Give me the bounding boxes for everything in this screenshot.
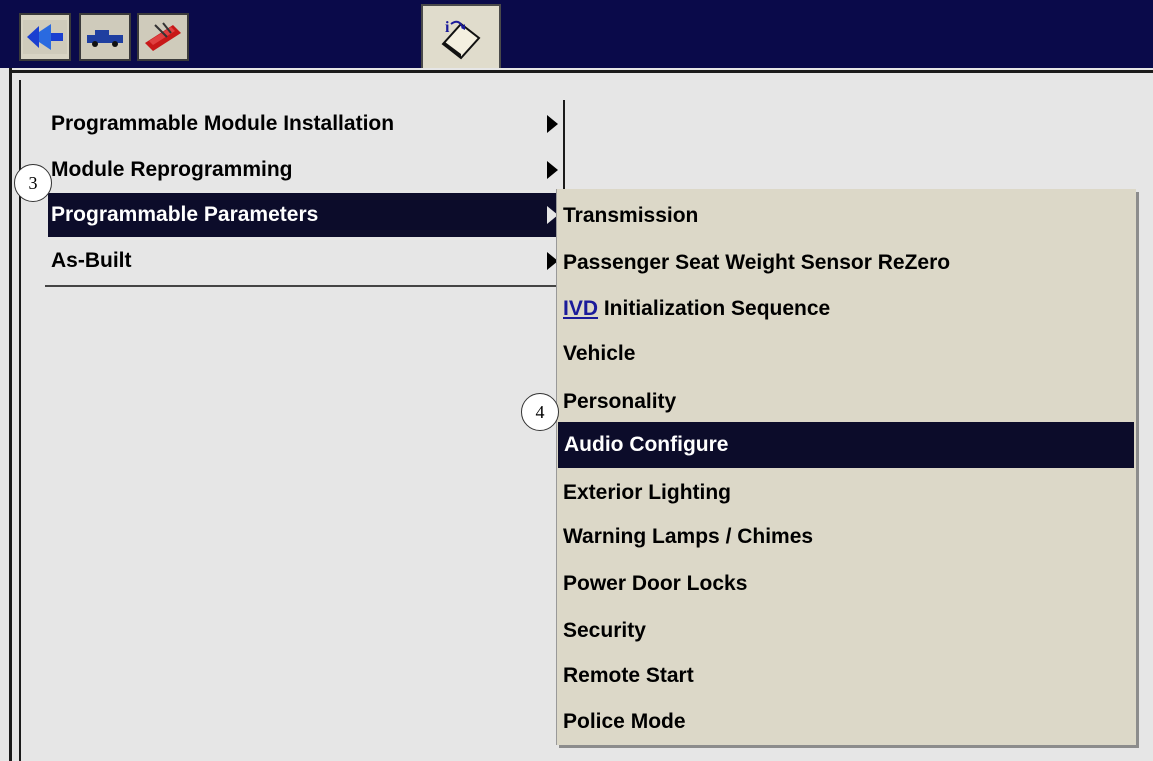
top-toolbar: i — [0, 0, 1153, 70]
vehicle-icon — [83, 20, 127, 54]
menu-item-module-reprogramming[interactable]: Module Reprogramming — [48, 148, 560, 192]
submenu-arrow-icon — [547, 115, 558, 133]
menu-item-programmable-parameters[interactable]: Programmable Parameters — [48, 193, 560, 237]
submenu-item-label: Power Door Locks — [563, 572, 748, 595]
submenu-item-label: Audio Configure — [564, 433, 729, 456]
submenu-item-security[interactable]: Security — [557, 608, 1136, 654]
submenu-item-audio-configure[interactable]: Audio Configure — [558, 422, 1134, 468]
tab-vehicle[interactable] — [79, 13, 131, 61]
callout-number: 4 — [521, 393, 559, 431]
submenu-item-label: Warning Lamps / Chimes — [563, 525, 814, 548]
submenu-item-power-door-locks[interactable]: Power Door Locks — [557, 561, 1136, 607]
submenu-item-exterior-lighting[interactable]: Exterior Lighting — [557, 470, 1136, 516]
tab-toolbox[interactable] — [137, 13, 189, 61]
menu-item-label: As-Built — [51, 249, 132, 272]
menu-item-label: Programmable Parameters — [51, 203, 319, 226]
submenu-item-passenger-seat-weight-sensor-rezero[interactable]: Passenger Seat Weight Sensor ReZero — [557, 240, 1136, 286]
frame-divider — [9, 70, 1153, 73]
toolbox-icon — [141, 19, 185, 55]
menu-item-programmable-module-installation[interactable]: Programmable Module Installation — [48, 102, 560, 146]
programmable-parameters-submenu: Transmission Passenger Seat Weight Senso… — [556, 189, 1136, 745]
submenu-item-remote-start[interactable]: Remote Start — [557, 653, 1136, 699]
main-menu: Programmable Module Installation Module … — [45, 100, 565, 287]
submenu-item-personality[interactable]: Personality — [557, 379, 1136, 425]
submenu-item-label: Security — [563, 619, 646, 642]
submenu-item-label-rest: Initialization Sequence — [598, 297, 831, 320]
submenu-item-police-mode[interactable]: Police Mode — [557, 699, 1136, 745]
submenu-item-warning-lamps-chimes[interactable]: Warning Lamps / Chimes — [557, 514, 1136, 560]
submenu-item-vehicle[interactable]: Vehicle — [557, 331, 1136, 377]
submenu-arrow-icon — [547, 161, 558, 179]
submenu-item-transmission[interactable]: Transmission — [557, 193, 1136, 239]
submenu-item-label: Exterior Lighting — [563, 481, 731, 504]
tab-back[interactable] — [19, 13, 71, 61]
submenu-item-label: Police Mode — [563, 710, 686, 733]
back-arrow-icon — [23, 20, 67, 54]
submenu-item-label: Transmission — [563, 204, 699, 227]
submenu-item-label: Remote Start — [563, 664, 694, 687]
menu-item-label: Programmable Module Installation — [51, 112, 395, 135]
menu-item-label: Module Reprogramming — [51, 158, 293, 181]
ivd-link[interactable]: IVD — [563, 297, 598, 320]
menu-item-as-built[interactable]: As-Built — [48, 239, 560, 283]
submenu-item-ivd-initialization-sequence[interactable]: IVD Initialization Sequence — [557, 286, 1136, 332]
frame-divider — [9, 68, 12, 761]
info-book-icon: i — [441, 19, 481, 60]
submenu-item-label: Passenger Seat Weight Sensor ReZero — [563, 251, 951, 274]
submenu-item-label: IVD Initialization Sequence — [557, 297, 830, 321]
submenu-item-label: Vehicle — [563, 342, 636, 365]
submenu-item-label: Personality — [563, 390, 677, 413]
callout-number: 3 — [14, 164, 52, 202]
svg-text:i: i — [445, 19, 450, 36]
tab-info[interactable]: i — [421, 4, 501, 70]
